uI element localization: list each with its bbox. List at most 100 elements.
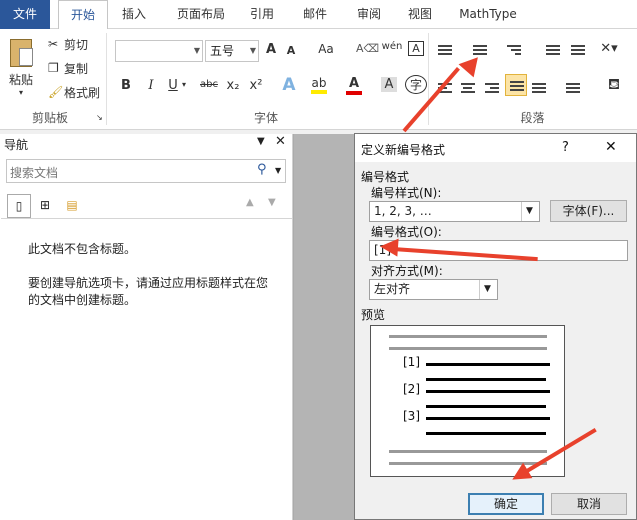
paste-button[interactable]: 粘贴 ▾: [4, 33, 38, 103]
dialog-title: 定义新编号格式: [361, 143, 446, 157]
help-icon[interactable]: ?: [562, 140, 569, 155]
bullets-icon[interactable]: [438, 43, 452, 57]
superscript-button[interactable]: x²: [248, 78, 264, 93]
strikethrough-button[interactable]: abc: [198, 79, 220, 90]
italic-button[interactable]: I: [144, 78, 158, 93]
underline-button[interactable]: U: [166, 78, 180, 93]
decrease-indent-icon[interactable]: [546, 43, 560, 57]
justify-icon: [510, 79, 524, 93]
increase-indent-icon[interactable]: [571, 43, 585, 57]
alignment-select[interactable]: 左对齐 ▼: [369, 279, 498, 300]
bold-button[interactable]: B: [119, 78, 133, 93]
nav-title: 导航: [4, 138, 29, 152]
nav-empty-title: 此文档不包含标题。: [28, 242, 137, 256]
align-center-icon[interactable]: [461, 81, 475, 95]
search-input[interactable]: 搜索文档: [10, 164, 58, 181]
multilevel-list-icon[interactable]: [507, 43, 521, 57]
highlight-icon[interactable]: ab: [311, 76, 327, 94]
chevron-down-icon: ▼: [479, 280, 495, 299]
pages-view-tab[interactable]: ⊞: [33, 194, 57, 218]
preview-line: [426, 378, 546, 381]
chinese-layout-icon[interactable]: ✕▾: [598, 41, 620, 56]
format-painter-label: 格式刷: [64, 85, 101, 100]
tab-references[interactable]: 引用: [240, 0, 284, 29]
preview-line: [426, 417, 550, 420]
paintbrush-icon: 🖌: [48, 85, 64, 99]
results-list-icon: ▤: [66, 198, 78, 212]
preview-box: [1] [2] [3]: [370, 325, 565, 477]
font-name-combo[interactable]: ▼: [115, 40, 203, 62]
preview-number: [1]: [403, 355, 420, 369]
phonetic-guide-icon[interactable]: wén: [380, 41, 404, 52]
nav-options-icon[interactable]: ▼: [257, 136, 265, 147]
preview-line: [426, 405, 546, 408]
cancel-button[interactable]: 取消: [551, 493, 627, 515]
tab-mathtype[interactable]: MathType: [452, 0, 524, 29]
arrowhead-icon: [379, 237, 399, 257]
enclose-char-icon[interactable]: 字: [405, 75, 427, 94]
dialog-launcher-icon[interactable]: ↘: [96, 113, 103, 122]
close-icon[interactable]: ✕: [605, 139, 617, 155]
grid-icon: ⊞: [39, 198, 51, 212]
preview-number: [2]: [403, 382, 420, 396]
search-icon[interactable]: ⚲: [257, 162, 267, 177]
tab-view[interactable]: 视图: [398, 0, 442, 29]
distributed-icon[interactable]: [532, 81, 546, 95]
char-shading-icon[interactable]: A: [381, 77, 397, 92]
preview-label: 预览: [361, 308, 386, 322]
subscript-button[interactable]: x₂: [225, 78, 241, 93]
format-painter-button[interactable]: 🖌 格式刷: [48, 83, 100, 101]
justify-button[interactable]: [505, 74, 527, 96]
shrink-font-icon[interactable]: A: [284, 44, 298, 57]
char-border-icon[interactable]: A: [408, 41, 424, 56]
align-label: 对齐方式(M):: [371, 264, 443, 278]
tab-review[interactable]: 审阅: [347, 0, 391, 29]
preview-line: [389, 347, 547, 350]
tab-page-layout[interactable]: 页面布局: [167, 0, 235, 29]
tab-insert[interactable]: 插入: [113, 0, 155, 29]
shading-bucket-icon[interactable]: ⛾: [604, 75, 624, 95]
paragraph-group-label: 段落: [520, 111, 545, 125]
nav-empty-help: 要创建导航选项卡，请通过应用标题样式在您的文档中创建标题。: [28, 276, 269, 307]
navigation-pane: 导航 ▼ ✕ 搜索文档 ⚲ ▼ ▯ ⊞ ▤ ▲ ▼ 此文档不包含标题。 要创建导…: [0, 134, 293, 520]
paste-label: 粘贴: [8, 73, 33, 87]
tab-home[interactable]: 开始: [58, 0, 108, 30]
ribbon: 粘贴 ▾ ✂ 剪切 ❐ 复制 🖌 格式刷 剪贴板 ↘ ▼ 五号 ▼ A A Aa A⌫ …: [0, 29, 637, 130]
divider: [1, 218, 292, 219]
clipboard-group-label: 剪贴板: [31, 111, 68, 125]
clear-formatting-icon[interactable]: A⌫: [356, 42, 379, 55]
headings-view-tab[interactable]: ▯: [7, 194, 31, 218]
text-effects-icon[interactable]: A: [280, 75, 298, 95]
preview-line: [389, 335, 547, 338]
preview-line: [426, 432, 546, 435]
font-size-combo[interactable]: 五号 ▼: [205, 40, 259, 62]
section-number-format: 编号格式: [361, 170, 410, 184]
grow-font-icon[interactable]: A: [263, 42, 279, 57]
tab-mailings[interactable]: 邮件: [293, 0, 337, 29]
next-arrow-icon[interactable]: ▼: [268, 197, 276, 208]
copy-icon: ❐: [48, 61, 59, 75]
align-right-icon[interactable]: [485, 81, 499, 95]
copy-button[interactable]: ❐ 复制: [48, 59, 88, 77]
results-view-tab[interactable]: ▤: [60, 194, 84, 218]
cut-button[interactable]: ✂ 剪切: [48, 35, 88, 53]
font-button[interactable]: 字体(F)...: [550, 200, 627, 222]
chevron-down-icon[interactable]: ▼: [275, 166, 281, 175]
document-icon: ▯: [15, 199, 23, 213]
preview-line: [426, 363, 550, 366]
font-color-icon[interactable]: A: [346, 76, 362, 95]
close-icon[interactable]: ✕: [275, 134, 286, 149]
number-style-select[interactable]: 1, 2, 3, … ▼: [369, 201, 540, 222]
dialog-titlebar: 定义新编号格式 ? ✕: [355, 134, 636, 162]
preview-number: [3]: [403, 409, 420, 423]
preview-line: [426, 390, 550, 393]
font-size-value: 五号: [210, 44, 235, 58]
tab-file[interactable]: 文件: [0, 0, 50, 29]
line-spacing-icon[interactable]: [566, 81, 580, 95]
change-case-icon[interactable]: Aa: [317, 42, 335, 56]
previous-arrow-icon[interactable]: ▲: [246, 197, 254, 208]
chevron-down-icon[interactable]: ▾: [182, 80, 186, 89]
chevron-down-icon: ▼: [521, 202, 537, 221]
ok-button[interactable]: 确定: [468, 493, 544, 515]
search-box[interactable]: 搜索文档 ⚲ ▼: [6, 159, 286, 183]
